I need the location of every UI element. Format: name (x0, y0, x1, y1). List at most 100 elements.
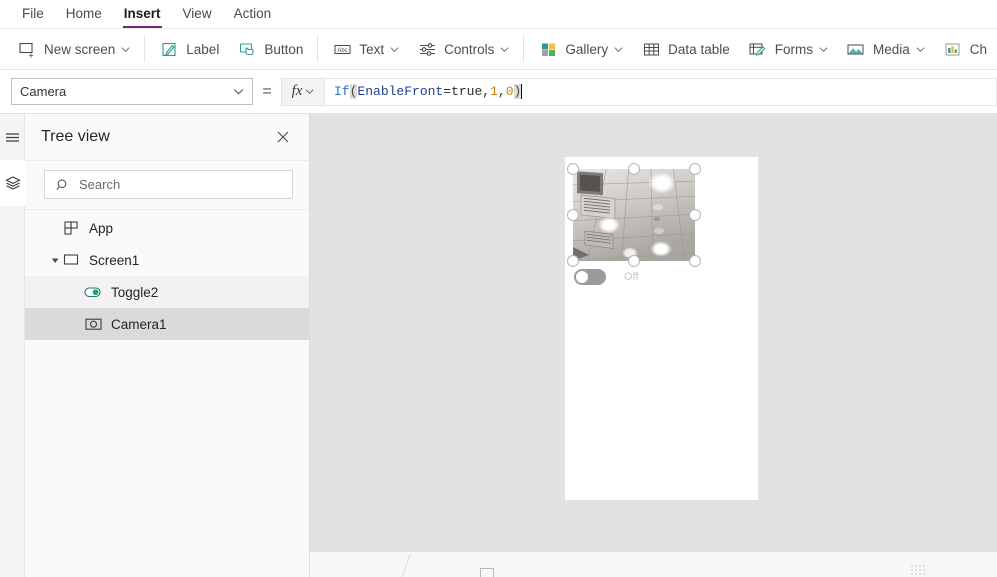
ribbon-label: Ch (969, 41, 988, 57)
menu-tab-action[interactable]: Action (223, 0, 283, 29)
expander-placeholder (71, 318, 84, 331)
close-panel-button[interactable] (271, 125, 295, 149)
resize-handle-bottom-right[interactable] (689, 255, 701, 267)
resize-handle-bottom-center[interactable] (628, 255, 640, 267)
menu-tab-view[interactable]: View (172, 0, 223, 29)
search-box[interactable] (44, 170, 293, 199)
ribbon-label: Text (359, 41, 385, 57)
ribbon-label-button[interactable]: Label (150, 33, 228, 65)
forms-icon (748, 39, 768, 59)
insert-ribbon: New screen Label Button Abc Text Control… (0, 29, 997, 70)
hamburger-menu-icon (6, 132, 19, 142)
expander-placeholder (49, 222, 62, 235)
charts-icon (943, 39, 963, 59)
toggle-switch[interactable] (574, 269, 606, 285)
text-icon: Abc (332, 39, 352, 59)
formula-token-op: = (443, 84, 452, 99)
camera-control[interactable] (567, 163, 701, 267)
ribbon-new-screen-button[interactable]: New screen (8, 33, 139, 65)
ribbon-label: Media (872, 41, 910, 57)
ribbon-gallery-button[interactable]: Gallery (529, 33, 632, 65)
tree-item-toggle2[interactable]: Toggle2 (25, 276, 309, 308)
chevron-down-icon (390, 46, 399, 52)
tree-item-screen1[interactable]: Screen1 (25, 244, 309, 276)
ribbon-controls-button[interactable]: Controls (408, 33, 518, 65)
tree-view-title: Tree view (41, 128, 110, 145)
status-bar-shape (480, 568, 494, 577)
ribbon-label: Button (264, 41, 304, 57)
resize-handle-top-right[interactable] (689, 163, 701, 175)
search-input[interactable] (79, 177, 269, 192)
resize-handle-middle-left[interactable] (567, 209, 579, 221)
equals-sign: = (262, 82, 272, 100)
gallery-icon (538, 39, 558, 59)
formula-token-ident: EnableFront (357, 84, 444, 99)
tree-view-rail-button[interactable] (0, 160, 25, 206)
formula-token-paren: ) (513, 84, 522, 99)
fx-label: fx (291, 83, 303, 99)
chevron-down-icon (233, 89, 244, 95)
menu-tab-insert[interactable]: Insert (113, 0, 172, 29)
label-icon (159, 39, 179, 59)
expander-expanded-icon[interactable] (49, 254, 62, 267)
ribbon-charts-button[interactable]: Ch (934, 33, 996, 65)
resize-handle-top-center[interactable] (628, 163, 640, 175)
toggle-control[interactable]: Off (574, 269, 638, 285)
property-selector[interactable]: Camera (11, 78, 253, 105)
camera-icon (84, 315, 102, 333)
formula-token-punct: , (497, 84, 506, 99)
resize-handle-top-left[interactable] (567, 163, 579, 175)
ribbon-text-button[interactable]: Abc Text (323, 33, 408, 65)
tree-item-camera1[interactable]: Camera1 (25, 308, 309, 340)
resize-handle-bottom-left[interactable] (567, 255, 579, 267)
tree-item-label: Camera1 (111, 316, 167, 332)
formula-token-num: 1 (490, 84, 498, 99)
status-bar (310, 551, 997, 577)
tree-layers-icon (4, 176, 21, 190)
tree-view-panel: Tree view Search App Screen1 Toggle2 Cam… (25, 114, 310, 577)
ribbon-label: New screen (44, 41, 116, 57)
toggle-icon (84, 283, 102, 301)
menu-tab-file[interactable]: File (11, 0, 55, 29)
ribbon-label: Forms (774, 41, 813, 57)
app-screen-preview[interactable]: Off (565, 157, 758, 500)
tree-item-label: App (89, 220, 114, 236)
ribbon-button-button[interactable]: Button (228, 33, 312, 65)
ribbon-forms-button[interactable]: Forms (739, 33, 837, 65)
left-icon-rail (0, 114, 25, 577)
button-icon (237, 39, 257, 59)
formula-token-num: 0 (505, 84, 514, 99)
power-apps-studio: File Home Insert View Action New screen (0, 0, 997, 577)
toggle-value-label: Off (624, 271, 639, 283)
menu-tab-home[interactable]: Home (55, 0, 113, 29)
hamburger-menu-button[interactable] (0, 114, 25, 160)
ribbon-separator (144, 36, 146, 62)
resize-handle-middle-right[interactable] (689, 209, 701, 221)
ribbon-separator (523, 36, 525, 62)
tree-item-app[interactable]: App (25, 212, 309, 244)
formula-token-punct: , (482, 84, 491, 99)
ribbon-media-button[interactable]: Media (837, 33, 934, 65)
chevron-down-icon (614, 46, 623, 52)
screen-icon (62, 251, 80, 269)
tree-item-label: Toggle2 (111, 284, 159, 300)
formula-input[interactable]: If(EnableFront=true,1,0) (325, 77, 997, 106)
design-canvas[interactable]: Off (310, 114, 997, 551)
toggle-knob (576, 271, 588, 283)
ribbon-separator (317, 36, 319, 62)
ribbon-data-table-button[interactable]: Data table (632, 33, 739, 65)
search-icon (56, 178, 67, 190)
tree-view-search-area (25, 161, 309, 210)
chevron-down-icon (305, 89, 314, 94)
fx-button[interactable]: fx (281, 77, 325, 106)
expander-placeholder (71, 286, 84, 299)
chevron-down-icon (916, 46, 925, 52)
formula-bar: Camera = fx If(EnableFront=true,1,0) (0, 70, 997, 114)
tree-item-label: Screen1 (89, 252, 140, 268)
formula-token-fn: If (334, 84, 350, 99)
tree-view-list: App Screen1 Toggle2 Camera1 (25, 210, 309, 577)
status-bar-grip (910, 564, 926, 577)
property-selector-value: Camera (20, 84, 67, 99)
ribbon-label: Label (186, 41, 220, 57)
camera-preview-image (573, 169, 695, 261)
